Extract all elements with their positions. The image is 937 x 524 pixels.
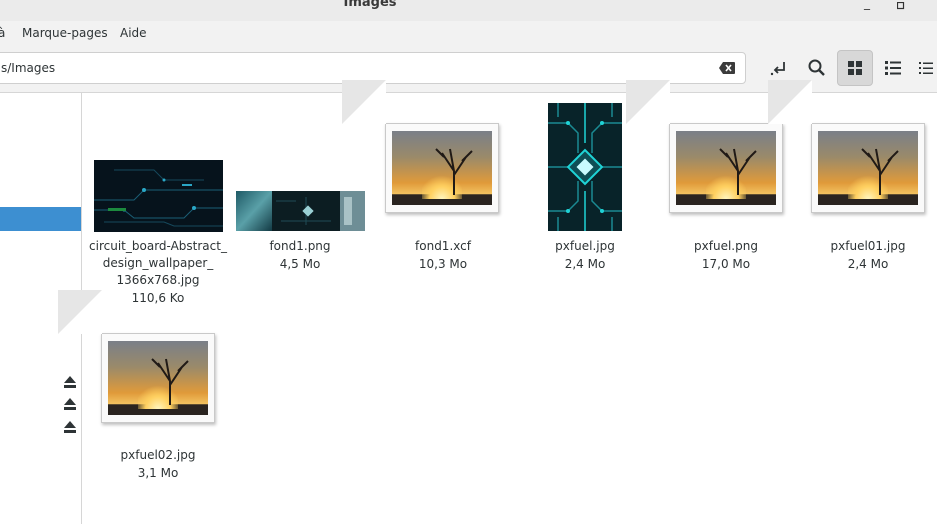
circuit-tall-thumbnail xyxy=(548,103,622,231)
menu-item-help[interactable]: Aide xyxy=(120,26,147,40)
file-name: pxfuel01.jpg xyxy=(830,239,906,253)
file-grid: circuit_board-Abstract_ design_wallpaper… xyxy=(58,80,937,524)
file-name: pxfuel.png xyxy=(694,239,758,253)
file-size: 10,3 Mo xyxy=(418,257,468,271)
menu-item-bookmarks[interactable]: Marque-pages xyxy=(22,26,108,40)
circuit-board-thumbnail xyxy=(94,160,223,232)
sidebar-item-selected[interactable] xyxy=(0,207,81,231)
file-name-line: circuit_board-Abstract_ xyxy=(89,239,227,253)
list-view-button[interactable] xyxy=(875,50,911,86)
eject-icon[interactable] xyxy=(63,375,77,389)
location-path: s/Images xyxy=(1,61,56,75)
menu-item-go[interactable]: à xyxy=(0,26,5,40)
file-name: pxfuel02.jpg xyxy=(120,448,196,462)
eject-icon[interactable] xyxy=(63,420,77,434)
file-name-line: design_wallpaper_ xyxy=(102,256,214,270)
file-name: fond1.png xyxy=(269,239,331,253)
window-title: Images xyxy=(343,0,397,10)
search-icon xyxy=(808,59,825,76)
compact-view-icon xyxy=(919,62,933,74)
file-size: 2,4 Mo xyxy=(847,257,889,271)
file-name: pxfuel.jpg xyxy=(555,239,615,253)
file-size: 110,6 Ko xyxy=(131,291,185,305)
list-view-icon xyxy=(885,61,901,75)
grid-view-icon xyxy=(848,61,862,75)
minimize-icon[interactable]: _ xyxy=(864,0,870,10)
open-location-icon xyxy=(770,62,785,76)
compact-view-button[interactable] xyxy=(913,50,937,86)
file-size: 2,4 Mo xyxy=(564,257,606,271)
maximize-icon[interactable] xyxy=(896,0,905,14)
file-name-line: 1366x768.jpg xyxy=(116,273,200,287)
title-bar: Images _ xyxy=(0,0,937,21)
panorama-thumbnail xyxy=(236,191,365,231)
file-size: 4,5 Mo xyxy=(279,257,321,271)
file-name: fond1.xcf xyxy=(415,239,471,253)
grid-view-button[interactable] xyxy=(837,50,873,86)
file-size: 3,1 Mo xyxy=(137,466,179,480)
eject-icon[interactable] xyxy=(63,397,77,411)
file-size: 17,0 Mo xyxy=(701,257,751,271)
menu-bar: à Marque-pages Aide xyxy=(0,21,937,46)
clear-icon[interactable] xyxy=(719,62,735,74)
